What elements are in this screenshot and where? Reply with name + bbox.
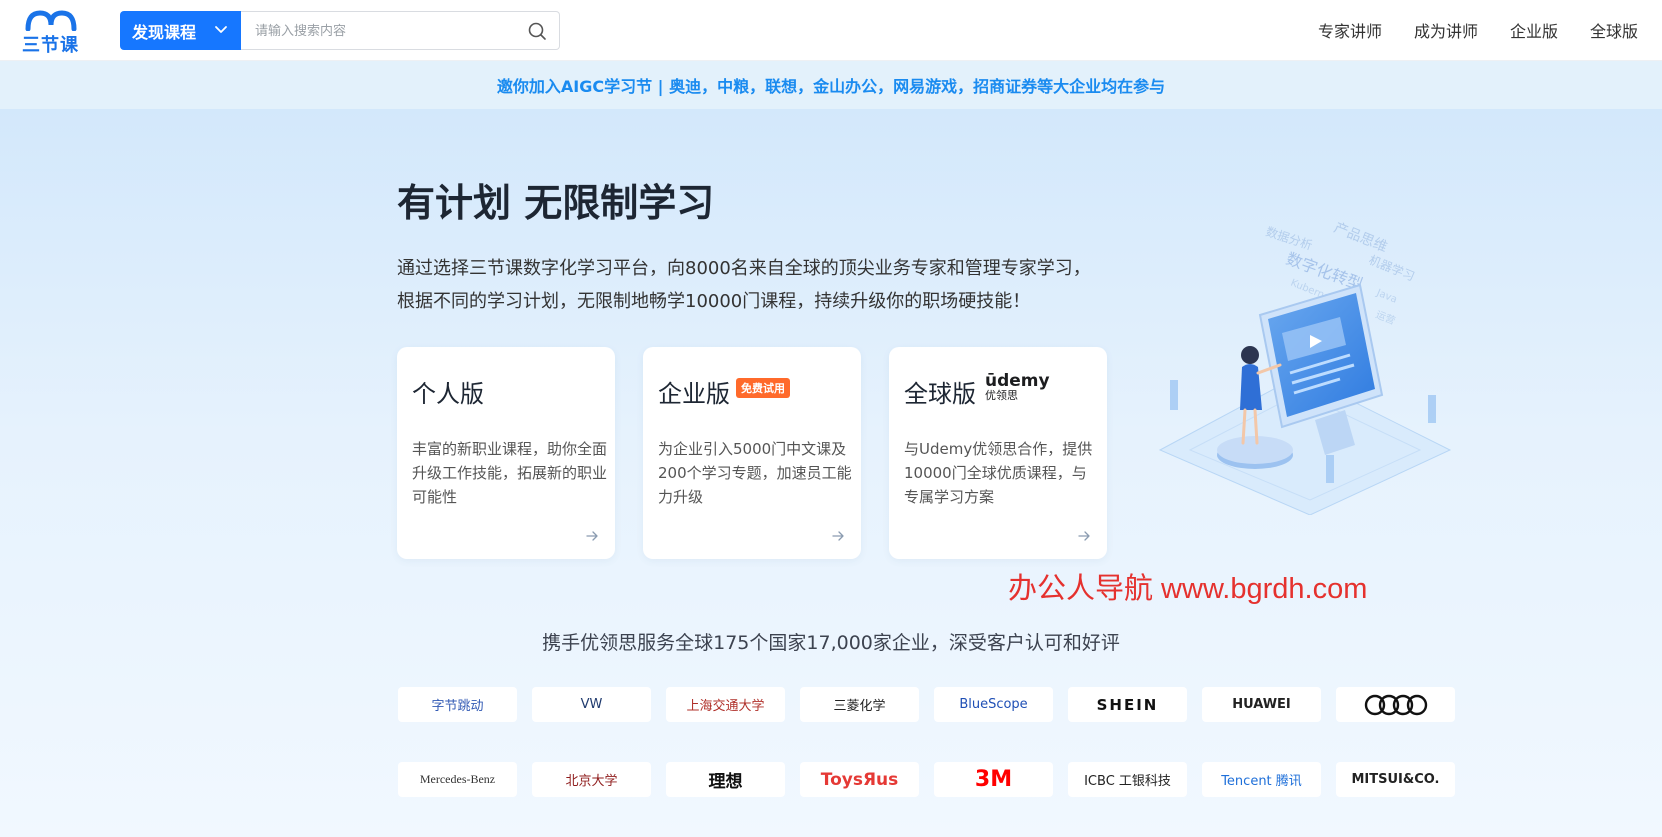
arrow-right-icon [1078, 531, 1090, 541]
card-description: 为企业引入5000门中文课及200个学习专题，加速员工能力升级 [658, 440, 852, 506]
udemy-brand-cn: 优领思 [985, 389, 1018, 402]
partner-logo-tile: 理想 [666, 762, 785, 797]
partner-logo-label: Tencent 腾讯 [1221, 774, 1302, 789]
illustration-word: 产品思维 [1332, 220, 1390, 256]
partner-logo-tile: Tencent 腾讯 [1202, 762, 1321, 797]
partner-logo-label: 北京大学 [565, 774, 618, 789]
partner-logo-tile: 上海交通大学 [666, 687, 785, 722]
nav-global[interactable]: 全球版 [1590, 18, 1638, 42]
announcement-bar[interactable]: 邀你加入AIGC学习节 | 奥迪，中粮，联想，金山办公，网易游戏，招商证券等大企… [0, 61, 1662, 109]
partner-logo-label: ToysЯus [820, 769, 899, 790]
hero-description-line: 根据不同的学习计划，无限制地畅学10000门课程，持续升级你的职场硬技能！ [397, 291, 1031, 312]
partner-logo-tile: HUAWEI [1202, 687, 1321, 722]
udemy-brand: ūdemy [985, 371, 1050, 391]
partner-logo-label: MITSUI&CO. [1351, 772, 1440, 787]
logo-mark-icon [25, 10, 77, 31]
partner-logo-label: HUAWEI [1232, 697, 1291, 712]
partner-logo-label: Mercedes-Benz [419, 772, 496, 786]
nav-become-lecturer[interactable]: 成为讲师 [1414, 18, 1478, 42]
illustration-word: 数据分析 [1264, 224, 1314, 253]
logo-text: 三节课 [22, 35, 79, 56]
arrow-right-icon [832, 531, 844, 541]
card-description: 丰富的新职业课程，助你全面升级工作技能，拓展新的职业可能性 [412, 440, 608, 506]
discover-courses-button[interactable]: 发现课程 [120, 11, 241, 50]
partner-logo-tile: ICBC 工银科技 [1068, 762, 1187, 797]
search-input[interactable] [255, 20, 505, 42]
partner-logo-tile: 北京大学 [532, 762, 651, 797]
card-global[interactable]: 全球版 ūdemy 优领思 与Udemy优领思合作，提供10000门全球优质课程… [889, 347, 1107, 559]
partner-logo-label: ICBC 工银科技 [1084, 774, 1171, 789]
watermark-text: 办公人导航 www.bgrdh.com [1008, 573, 1368, 605]
card-title: 个人版 [412, 380, 484, 408]
card-description: 与Udemy优领思合作，提供10000门全球优质课程，与专属学习方案 [904, 440, 1093, 506]
partner-logo-label: 字节跳动 [431, 699, 484, 714]
partner-logo-label: 三菱化学 [833, 699, 886, 714]
digital-learning-illustration: 数据分析 产品思维 数字化转型 机器学习 Kubernetes Java 运营 [1158, 220, 1452, 515]
card-enterprise[interactable]: 企业版 免费试用 为企业引入5000门中文课及200个学习专题，加速员工能力升级 [643, 347, 861, 559]
chevron-down-icon [215, 26, 227, 33]
partner-logo-tile: MITSUI&CO. [1336, 762, 1455, 797]
card-title: 全球版 [904, 380, 976, 408]
partner-logo-tile: 三菱化学 [800, 687, 919, 722]
announcement-text: 邀你加入AIGC学习节 | 奥迪，中粮，联想，金山办公，网易游戏，招商证券等大企… [496, 77, 1166, 96]
partner-logo-tile: ToysЯus [800, 762, 919, 797]
partners-title: 携手优领思服务全球175个国家17,000家企业，深受客户认可和好评 [542, 632, 1120, 654]
audi-rings-icon [1364, 694, 1427, 715]
hero-description: 通过选择三节课数字化学习平台，向8000名来自全球的顶尖业务专家和管理专家学习，… [397, 252, 1117, 318]
illustration-word: Java [1374, 287, 1399, 305]
partner-logo-tile: BlueScope [934, 687, 1053, 722]
partner-logo-label: VW [580, 697, 603, 712]
partner-logo-label: 理想 [708, 772, 743, 792]
nav-expert-lecturers[interactable]: 专家讲师 [1318, 18, 1382, 42]
partner-logo-label: BlueScope [959, 697, 1028, 712]
hero-description-line: 通过选择三节课数字化学习平台，向8000名来自全球的顶尖业务专家和管理专家学习， [397, 258, 1091, 279]
illustration-word: 机器学习 [1367, 252, 1417, 284]
partner-logo-label: SHEIN [1096, 695, 1159, 714]
search-box [241, 11, 560, 50]
partner-logo-tile: Mercedes-Benz [398, 762, 517, 797]
partner-logo-tile: SHEIN [1068, 687, 1187, 722]
partner-logo-tile [1336, 687, 1455, 722]
top-nav: 专家讲师 成为讲师 企业版 全球版 [1318, 18, 1638, 42]
partner-logo-tile: VW [532, 687, 651, 722]
search-icon[interactable] [527, 21, 547, 41]
partner-logo-tile: 字节跳动 [398, 687, 517, 722]
free-trial-badge: 免费试用 [736, 378, 790, 398]
site-logo[interactable]: 三节课 [22, 9, 80, 56]
partner-logo-tile: 3M [934, 762, 1053, 797]
illustration-word: 运营 [1374, 308, 1397, 328]
partner-logo-label: 上海交通大学 [686, 699, 765, 714]
partner-logo-label: 3M [974, 767, 1013, 792]
hero-title: 有计划 无限制学习 [397, 181, 715, 225]
udemy-logo: ūdemy 优领思 [985, 372, 1050, 402]
discover-courses-label: 发现课程 [132, 22, 197, 42]
nav-enterprise[interactable]: 企业版 [1510, 18, 1558, 42]
card-personal[interactable]: 个人版 丰富的新职业课程，助你全面升级工作技能，拓展新的职业可能性 [397, 347, 615, 559]
arrow-right-icon [586, 531, 598, 541]
card-title: 企业版 [658, 380, 730, 408]
top-header: 三节课 发现课程 专家讲师 成为讲师 企业版 全球版 [0, 0, 1662, 61]
